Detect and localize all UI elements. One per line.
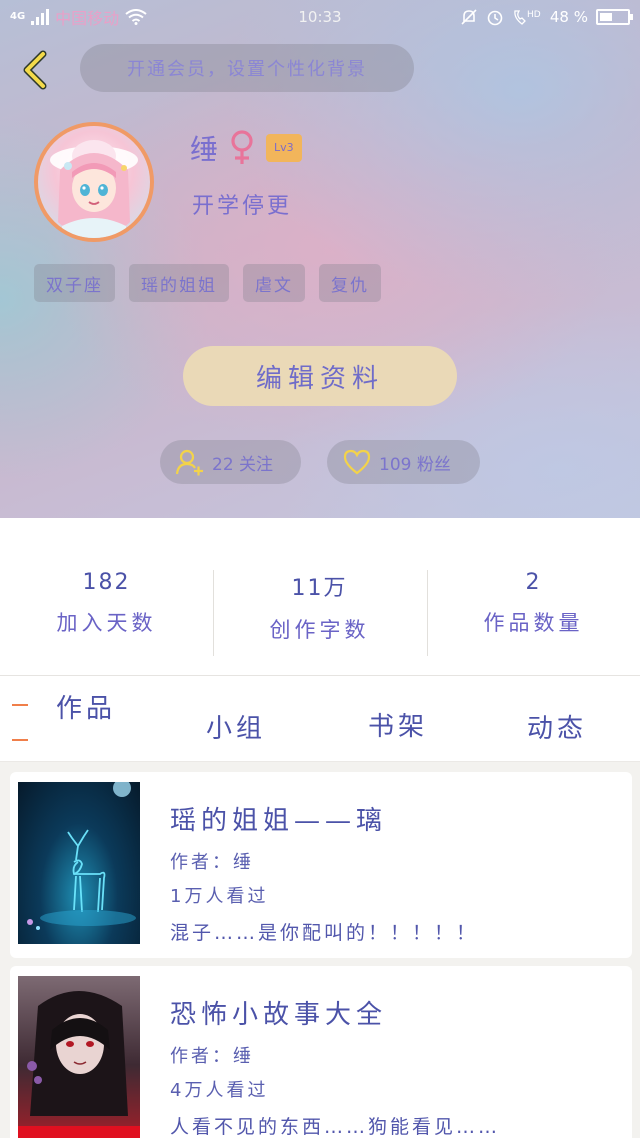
works-list: 瑶的姐姐——璃 作者：缍 1万人看过 混子……是你配叫的！！！！！ 恐怖小故事大… <box>0 762 640 1138</box>
stat-label: 作品数量 <box>483 611 584 635</box>
avatar[interactable] <box>34 122 154 242</box>
tag-item[interactable]: 瑶的姐姐 <box>129 264 229 302</box>
stat-value: 11万 <box>291 576 348 601</box>
tab-groups[interactable]: 小组 <box>206 708 266 745</box>
tab-bar: 作品 小组 书架 动态 <box>0 676 640 762</box>
tag-list: 双子座 瑶的姐姐 虐文 复仇 <box>34 264 381 302</box>
carrier-name: 中国移动 <box>55 9 120 28</box>
status-bar: 4G 中国移动 10:33 HD 48 % <box>0 0 640 34</box>
tag-item[interactable]: 双子座 <box>34 264 115 302</box>
add-user-icon <box>176 449 203 476</box>
edit-profile-button[interactable]: 编辑资料 <box>183 346 457 406</box>
chevron-left-icon <box>23 50 47 90</box>
stat-join-days: 182 加入天数 <box>0 570 213 637</box>
work-description: 混子……是你配叫的！！！！！ <box>170 922 479 944</box>
stat-value: 182 <box>82 570 131 595</box>
work-title: 瑶的姐姐——璃 <box>170 806 388 836</box>
book-cover <box>18 976 140 1138</box>
tab-works[interactable]: 作品 <box>56 688 116 725</box>
work-views: 1万人看过 <box>170 886 269 907</box>
battery-level <box>600 13 613 21</box>
avatar-illustration <box>50 140 138 238</box>
battery-percent: 48 % <box>549 8 588 26</box>
level-badge: Lv3 <box>266 134 302 162</box>
mute-icon <box>461 9 477 25</box>
work-author: 作者：缍 <box>170 1046 254 1067</box>
username-row: 缍 Lv3 <box>190 128 302 168</box>
stat-value: 2 <box>525 570 542 595</box>
heart-icon <box>343 449 371 475</box>
work-title: 恐怖小故事大全 <box>170 1000 388 1030</box>
stat-label: 加入天数 <box>56 611 157 635</box>
fans-count: 109 粉丝 <box>379 454 451 475</box>
hd-label: HD <box>527 10 541 20</box>
female-icon <box>231 130 253 164</box>
vip-banner[interactable]: 开通会员，设置个性化背景 <box>80 44 414 92</box>
book-cover <box>18 782 140 944</box>
username: 缍 <box>190 133 219 166</box>
signal-icon <box>31 9 50 25</box>
alarm-icon <box>487 10 503 26</box>
following-count: 22 关注 <box>212 454 274 475</box>
tab-activity[interactable]: 动态 <box>527 708 587 745</box>
battery-icon <box>596 9 633 25</box>
network-type: 4G <box>10 11 26 22</box>
fans-button[interactable]: 109 粉丝 <box>327 440 480 484</box>
profile-header: 4G 中国移动 10:33 HD 48 % 开通会员，设置个性化背景 缍 Lv3… <box>0 0 640 518</box>
tab-indicator <box>12 704 28 706</box>
work-card[interactable]: 恐怖小故事大全 作者：缍 4万人看过 人看不见的东西……狗能看见…… <box>10 966 632 1138</box>
work-card[interactable]: 瑶的姐姐——璃 作者：缍 1万人看过 混子……是你配叫的！！！！！ <box>10 772 632 958</box>
stats-panel: 182 加入天数 11万 创作字数 2 作品数量 <box>0 518 640 676</box>
back-button[interactable] <box>14 48 54 92</box>
stat-word-count: 11万 创作字数 <box>213 570 426 644</box>
tag-item[interactable]: 虐文 <box>243 264 305 302</box>
work-views: 4万人看过 <box>170 1080 269 1101</box>
status-left: 4G 中国移动 <box>10 5 220 29</box>
cover-art-deer <box>27 782 136 930</box>
wifi-icon <box>125 9 147 25</box>
signature: 开学停更 <box>192 194 293 219</box>
tab-bookshelf[interactable]: 书架 <box>368 706 428 743</box>
clock: 10:33 <box>298 8 342 26</box>
work-author: 作者：缍 <box>170 852 254 873</box>
hd-call-icon: HD <box>514 10 541 25</box>
stat-label: 创作字数 <box>269 618 370 642</box>
work-description: 人看不见的东西……狗能看见…… <box>170 1116 501 1138</box>
following-button[interactable]: 22 关注 <box>160 440 301 484</box>
status-right: HD 48 % <box>420 8 633 26</box>
stat-works-count: 2 作品数量 <box>427 570 640 637</box>
tab-indicator <box>12 739 28 741</box>
cover-art-portrait <box>18 991 140 1138</box>
tag-item[interactable]: 复仇 <box>319 264 381 302</box>
